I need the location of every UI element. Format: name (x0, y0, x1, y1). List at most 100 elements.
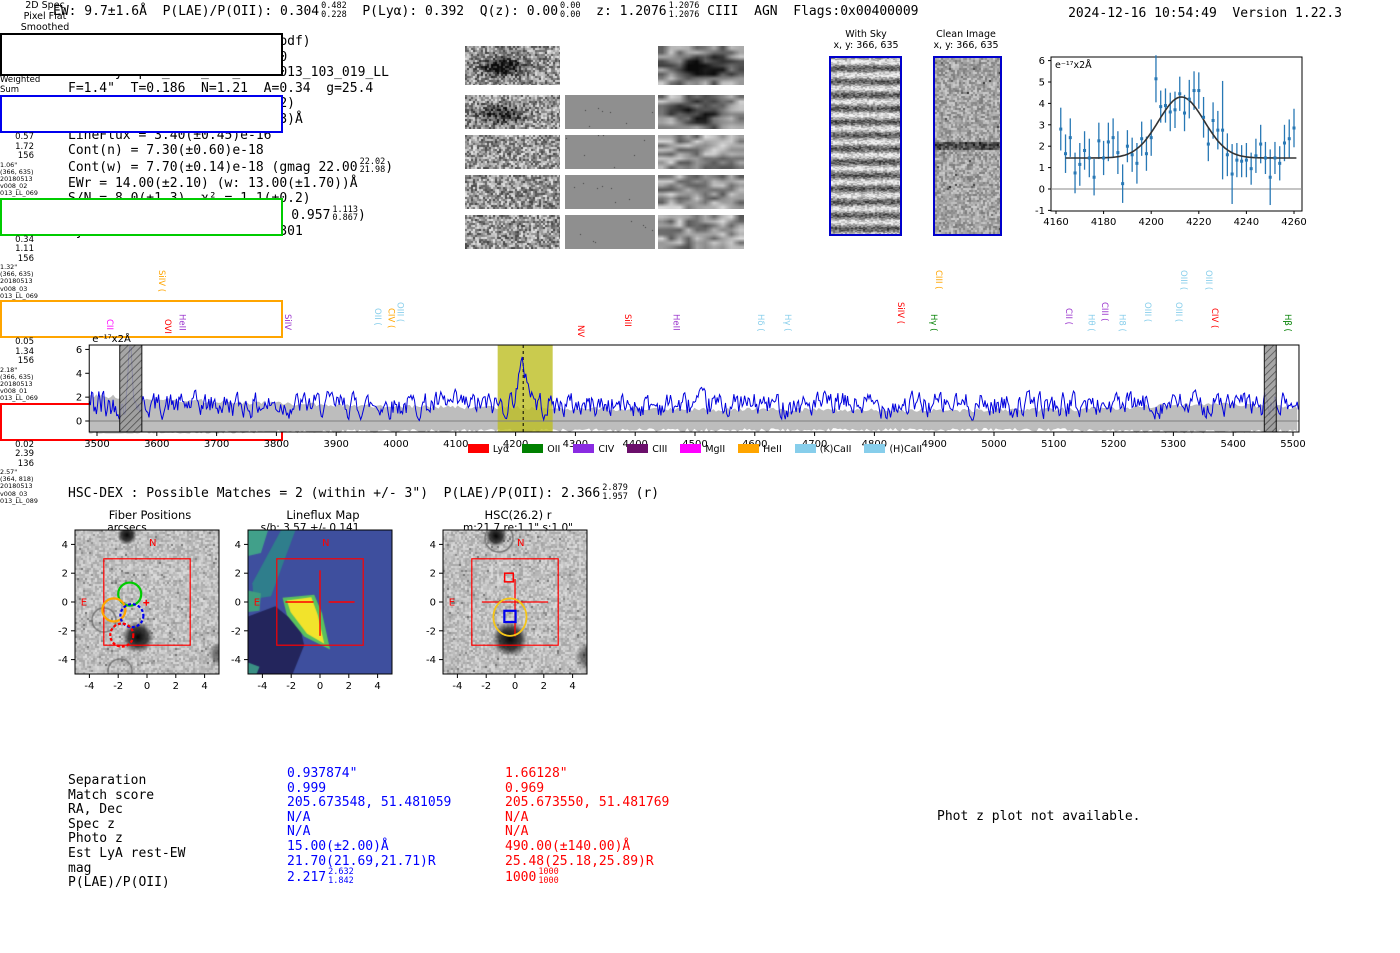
image-cutout (465, 46, 560, 85)
emission-line-label: SiII (621, 313, 632, 327)
svg-text:2: 2 (1039, 142, 1045, 153)
text-segment: z: 1.2076 (580, 4, 667, 19)
svg-text:0: 0 (512, 681, 518, 692)
fiber-row-weights: 0.02 2.39 136 (15, 439, 34, 469)
svg-text:5: 5 (1039, 78, 1045, 89)
emission-line-label: SiIV (282, 313, 293, 330)
svg-text:2: 2 (430, 569, 436, 580)
fiber-row-weights: 0.57 1.72 156 (15, 132, 34, 161)
fiber-positions-cutout: Fiber Positions -4 -4 -2 -2 0 0 2 2 4 4 N Earcsecs (55, 508, 245, 728)
image-cutout (658, 46, 744, 85)
svg-text:-2: -2 (286, 681, 296, 692)
fiber-row-id: 2.18" (366, 635) 20180513 v008_01 013_LL_069 (0, 365, 38, 403)
svg-text:4220: 4220 (1186, 217, 1211, 228)
stacked-uncertainty: 22.02 21.98 (359, 156, 386, 176)
with-sky-title: With Sky x, y: 366, 635 (833, 29, 899, 51)
svg-text:4: 4 (201, 681, 207, 692)
emission-line-label: OIII ( (1203, 270, 1214, 291)
image-cutout (465, 95, 560, 129)
spec2d-fiber-row (0, 197, 283, 236)
svg-text:-1: -1 (1035, 206, 1045, 217)
legend-item: Lyα (467, 444, 509, 455)
svg-text:-4: -4 (84, 681, 94, 692)
text-segment: (r) (627, 486, 660, 501)
emission-line-label: OVI (161, 319, 172, 335)
match-row-value: 15.00(±2.00)Å (287, 838, 389, 854)
svg-text:3: 3 (1039, 120, 1045, 131)
stacked-uncertainty: 1.2076 1.2076 (668, 1, 700, 20)
svg-text:-4: -4 (452, 681, 462, 692)
emission-line-label: Hγ ( (782, 313, 793, 332)
emission-line-label: NV (575, 324, 586, 337)
svg-text:2: 2 (173, 681, 179, 692)
svg-text:4: 4 (430, 540, 436, 551)
svg-text:-4: -4 (231, 655, 241, 666)
svg-text:4: 4 (1039, 99, 1045, 110)
legend-swatch (680, 444, 702, 453)
match-row-label: Spec z (68, 816, 115, 832)
image-cutout (565, 175, 655, 209)
svg-text:2: 2 (76, 393, 82, 404)
match-row-value: 0.969 (505, 780, 545, 796)
svg-text:4180: 4180 (1091, 217, 1116, 228)
svg-text:2: 2 (346, 681, 352, 692)
svg-text:N: N (149, 538, 156, 549)
svg-text:4: 4 (235, 540, 241, 551)
emission-line-label: H8 ( (1116, 313, 1127, 332)
emission-line-label: Hβ ( (1282, 313, 1293, 332)
line-fit-inset-chart: -1 0 1 2 3 4 5 6 4160 4180 4200 4220 4240 4260 e⁻¹⁷x2Å (1035, 55, 1307, 228)
elixer-report-page: EW: 9.7±1.6Å P(LAE)/P(OII): 0.304 0.482 0.… (0, 0, 1400, 953)
photz-unavailable-note: Phot z plot not available. (937, 809, 1141, 824)
svg-text:-2: -2 (231, 626, 241, 637)
legend-swatch (864, 444, 886, 453)
svg-text:-2: -2 (113, 681, 123, 692)
legend-item: OII (522, 444, 560, 455)
emission-line-label: HeII (670, 313, 681, 331)
svg-text:6: 6 (1039, 56, 1045, 67)
image-cutout (465, 135, 560, 169)
match-row-value: 1000 1000 1000 (505, 867, 559, 886)
legend-item: MgII (680, 444, 725, 455)
svg-text:E: E (254, 598, 260, 609)
emission-line-label: CIII ( (1099, 302, 1110, 322)
svg-text:-2: -2 (481, 681, 491, 692)
stacked-uncertainty: 2.879 1.957 (602, 483, 628, 502)
image-cutout (465, 175, 560, 209)
match-row-value: N/A (287, 809, 311, 825)
emission-line-label: OII ( (371, 308, 382, 326)
emission-line-label: OIII ( (1177, 270, 1188, 291)
match-row-label: Separation (68, 773, 147, 788)
spec2d-col-header: Pixel Flat (23, 11, 67, 22)
legend-swatch (522, 444, 544, 453)
image-cutout (658, 175, 744, 209)
fiber-row-id: 2.57" (364, 818) 20180513 v008_03 013_LL_089 (0, 468, 38, 505)
hsc-r-cutout: HSC(26.2) r -4 -4 -2 -2 0 0 2 2 4 4 N Em:21.7 re:1.1… (423, 508, 613, 743)
emission-line-label: OIII ( (1142, 302, 1153, 323)
emission-line-label: Hγ ( (928, 313, 938, 332)
svg-text:e⁻¹⁷x2Å: e⁻¹⁷x2Å (1055, 59, 1092, 71)
report-datetime-version: 2024-12-16 10:54:49 Version 1.22.3 (1068, 6, 1342, 21)
svg-text:4260: 4260 (1281, 217, 1306, 228)
match-row-value: 21.70(21.69,21.71)R (287, 853, 436, 869)
match-row-label: mag (68, 860, 92, 876)
text-segment: ) (385, 159, 394, 175)
image-cutout (831, 58, 900, 234)
svg-text:4: 4 (76, 369, 82, 380)
emission-line-label: CIII ( (932, 270, 943, 290)
svg-text:-4: -4 (58, 655, 68, 666)
match-row-value: 1.66128" (505, 766, 568, 781)
match-table-labels: Separation Match score RA, Dec Spec z Photo … (68, 773, 185, 891)
lineflux-map-cutout: Lineflux Map -4 -4 -2 -2 0 0 2 2 4 4 N Es/b: 3.57 +/… (228, 508, 418, 728)
text-segment: ) (358, 207, 366, 223)
svg-text:2: 2 (62, 569, 68, 580)
svg-text:4: 4 (569, 681, 575, 692)
svg-text:-2: -2 (426, 626, 436, 637)
spec2d-col-header: Smoothed (20, 22, 70, 33)
image-cutout (658, 135, 744, 169)
text-segment: P(Lyα): 0.392 Q(z): 0.00 (346, 4, 559, 19)
legend-item: CIV (573, 444, 614, 455)
clean-image-title: Clean Image x, y: 366, 635 (933, 29, 999, 51)
match-row-label: P(LAE)/P(OII) (68, 875, 170, 891)
emission-line-label: CII (103, 319, 114, 331)
legend-item: CIII (627, 444, 667, 455)
